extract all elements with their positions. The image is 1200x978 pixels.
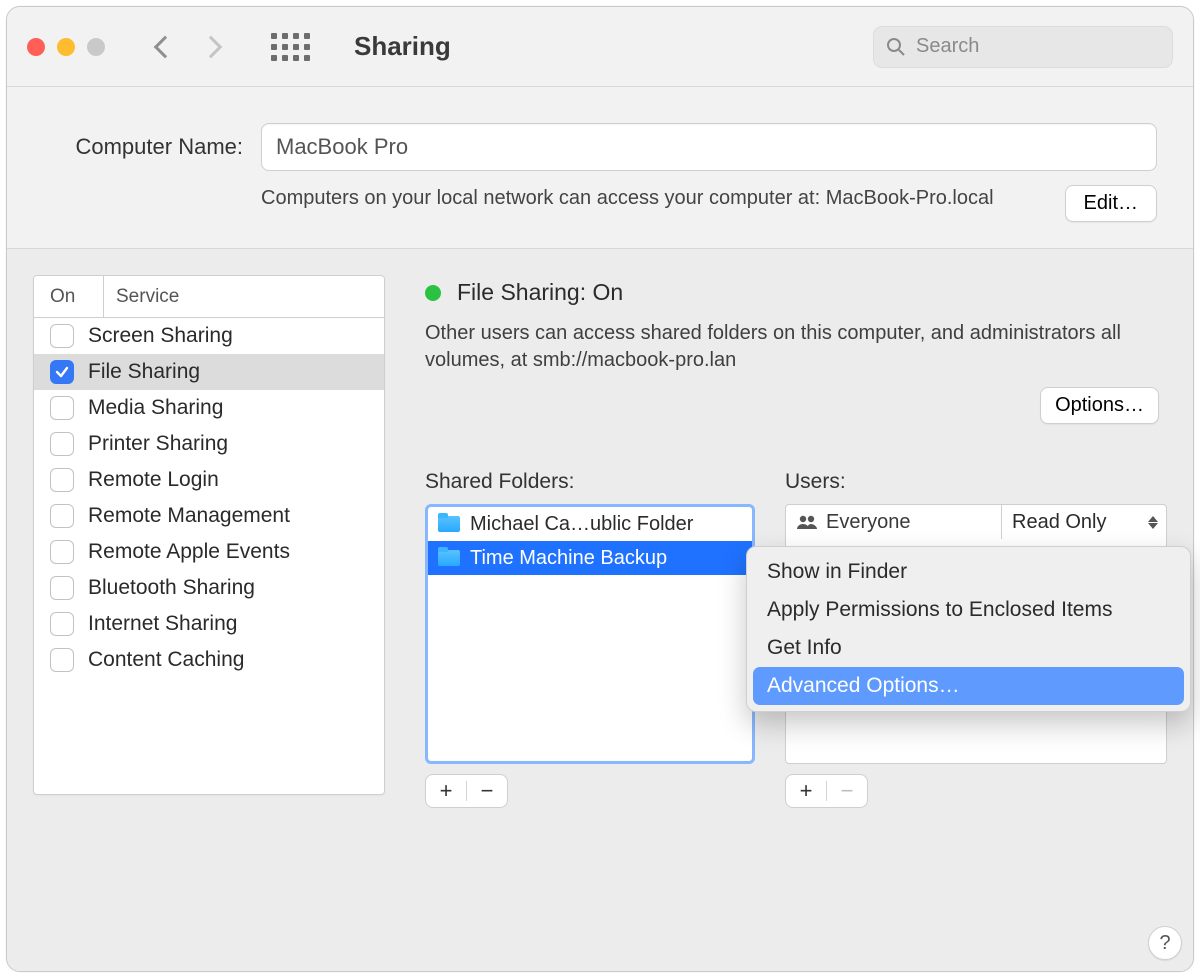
- remove-folder-button[interactable]: −: [467, 775, 507, 807]
- service-row[interactable]: Remote Login: [34, 462, 384, 498]
- services-header: On Service: [34, 276, 384, 318]
- service-label: Bluetooth Sharing: [88, 576, 255, 600]
- service-label: File Sharing: [88, 360, 200, 384]
- status-description: Other users can access shared folders on…: [425, 320, 1165, 374]
- users-add-remove: + −: [785, 774, 868, 808]
- show-all-prefs-button[interactable]: [271, 33, 310, 61]
- service-checkbox[interactable]: [50, 432, 74, 456]
- computer-name-input[interactable]: [261, 123, 1157, 171]
- options-button[interactable]: Options…: [1040, 387, 1159, 424]
- user-row[interactable]: Everyone Read Only: [786, 505, 1166, 539]
- service-label: Media Sharing: [88, 396, 223, 420]
- service-checkbox[interactable]: [50, 540, 74, 564]
- toolbar: Sharing Search: [7, 7, 1193, 87]
- zoom-window-button[interactable]: [87, 38, 105, 56]
- add-user-button[interactable]: +: [786, 775, 826, 807]
- services-header-on: On: [34, 276, 104, 317]
- folder-icon: [438, 550, 460, 566]
- status-title: File Sharing: On: [457, 279, 623, 306]
- search-icon: [886, 37, 906, 57]
- user-name: Everyone: [826, 511, 911, 534]
- service-label: Remote Management: [88, 504, 290, 528]
- shared-folder-name: Michael Ca…ublic Folder: [470, 513, 693, 536]
- service-checkbox[interactable]: [50, 612, 74, 636]
- service-row[interactable]: Internet Sharing: [34, 606, 384, 642]
- shared-folders-label: Shared Folders:: [425, 470, 755, 494]
- service-checkbox[interactable]: [50, 648, 74, 672]
- computer-name-section: Computer Name: Computers on your local n…: [7, 87, 1193, 249]
- service-label: Screen Sharing: [88, 324, 233, 348]
- context-menu-item[interactable]: Apply Permissions to Enclosed Items: [753, 591, 1184, 629]
- shared-folder-name: Time Machine Backup: [470, 547, 667, 570]
- shared-folder-row[interactable]: Michael Ca…ublic Folder: [428, 507, 752, 541]
- context-menu-item[interactable]: Get Info: [753, 629, 1184, 667]
- service-checkbox[interactable]: [50, 324, 74, 348]
- stepper-icon: [1148, 516, 1158, 529]
- computer-name-label: Computer Name:: [43, 134, 243, 160]
- back-button[interactable]: [154, 35, 177, 58]
- search-field[interactable]: Search: [873, 26, 1173, 68]
- context-menu-item[interactable]: Show in Finder: [753, 553, 1184, 591]
- shared-folders-list[interactable]: Michael Ca…ublic Folder Time Machine Back…: [425, 504, 755, 764]
- service-row[interactable]: Screen Sharing: [34, 318, 384, 354]
- service-row[interactable]: Content Caching: [34, 642, 384, 678]
- service-row[interactable]: Remote Apple Events: [34, 534, 384, 570]
- nav-buttons: [157, 39, 219, 55]
- pane-title: Sharing: [354, 31, 451, 62]
- folder-context-menu: Show in FinderApply Permissions to Enclo…: [746, 546, 1191, 712]
- service-row[interactable]: Media Sharing: [34, 390, 384, 426]
- service-checkbox[interactable]: [50, 576, 74, 600]
- service-checkbox[interactable]: [50, 468, 74, 492]
- permission-select[interactable]: Read Only: [1001, 505, 1166, 539]
- sharing-prefpane-window: Sharing Search Computer Name: Computers …: [6, 6, 1194, 972]
- minimize-window-button[interactable]: [57, 38, 75, 56]
- service-label: Internet Sharing: [88, 612, 237, 636]
- service-checkbox[interactable]: [50, 504, 74, 528]
- service-row[interactable]: File Sharing: [34, 354, 384, 390]
- services-list[interactable]: On Service Screen Sharing File Sharing Med…: [33, 275, 385, 795]
- edit-hostname-button[interactable]: Edit…: [1065, 185, 1157, 222]
- service-row[interactable]: Bluetooth Sharing: [34, 570, 384, 606]
- service-label: Printer Sharing: [88, 432, 228, 456]
- permission-value: Read Only: [1012, 511, 1107, 534]
- add-folder-button[interactable]: +: [426, 775, 466, 807]
- forward-button[interactable]: [200, 35, 223, 58]
- service-label: Content Caching: [88, 648, 244, 672]
- service-label: Remote Login: [88, 468, 219, 492]
- users-icon: [796, 514, 818, 530]
- context-menu-item[interactable]: Advanced Options…: [753, 667, 1184, 705]
- service-row[interactable]: Remote Management: [34, 498, 384, 534]
- search-placeholder: Search: [916, 35, 979, 58]
- users-label: Users:: [785, 470, 1167, 494]
- window-controls: [27, 38, 105, 56]
- shared-folders-add-remove: + −: [425, 774, 508, 808]
- computer-name-description: Computers on your local network can acce…: [261, 185, 1047, 212]
- shared-folder-row[interactable]: Time Machine Backup: [428, 541, 752, 575]
- service-checkbox[interactable]: [50, 360, 74, 384]
- service-label: Remote Apple Events: [88, 540, 290, 564]
- remove-user-button[interactable]: −: [827, 775, 867, 807]
- status-indicator-icon: [425, 285, 441, 301]
- service-row[interactable]: Printer Sharing: [34, 426, 384, 462]
- service-checkbox[interactable]: [50, 396, 74, 420]
- status-row: File Sharing: On: [425, 279, 1167, 306]
- help-button[interactable]: ?: [1148, 926, 1182, 960]
- close-window-button[interactable]: [27, 38, 45, 56]
- folder-icon: [438, 516, 460, 532]
- services-header-service: Service: [104, 286, 179, 308]
